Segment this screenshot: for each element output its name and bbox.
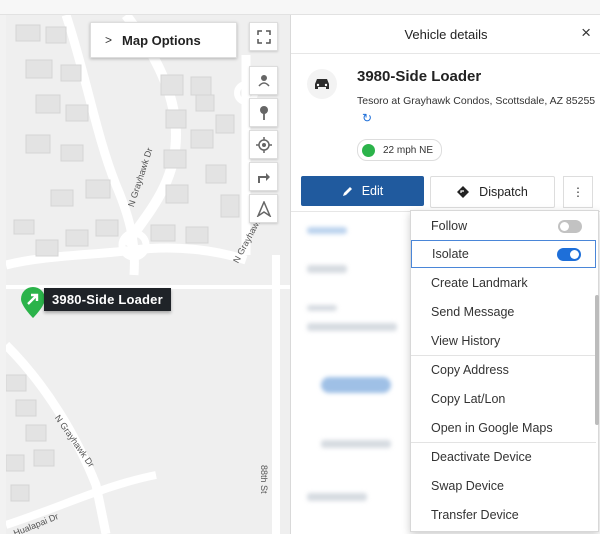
menu-item-copy-latlon[interactable]: Copy Lat/Lon <box>411 385 596 413</box>
menu-item-transfer-device[interactable]: Transfer Device <box>411 501 596 529</box>
expand-button[interactable] <box>249 22 278 51</box>
menu-item-follow[interactable]: Follow <box>411 212 596 240</box>
map-background <box>6 15 290 534</box>
navigation-icon <box>256 200 271 217</box>
chevron-right-icon: > <box>105 33 113 47</box>
menu-item-isolate[interactable]: Isolate <box>411 240 596 268</box>
blurred-text <box>307 323 397 331</box>
vehicle-map-label[interactable]: 3980-Side Loader <box>44 288 171 311</box>
toggle-knob <box>560 221 569 231</box>
locate-button[interactable] <box>249 130 278 159</box>
vehicle-marker-icon <box>21 287 45 318</box>
expand-icon <box>256 29 271 44</box>
blurred-text <box>321 440 391 448</box>
map-options-button[interactable]: > Map Options <box>90 22 237 58</box>
person-pin-button[interactable] <box>249 66 278 95</box>
menu-item-swap-device[interactable]: Swap Device <box>411 472 596 500</box>
vehicle-name: 3980-Side Loader <box>357 68 482 85</box>
panel-title: Vehicle details <box>404 27 488 42</box>
vehicle-address: Tesoro at Grayhawk Condos, Scottsdale, A… <box>357 95 596 107</box>
menu-item-label: Send Message <box>431 305 515 319</box>
close-icon[interactable]: × <box>581 23 591 43</box>
menu-item-view-history[interactable]: View History <box>411 327 596 355</box>
map-options-label: Map Options <box>122 32 201 48</box>
menu-scrollbar[interactable] <box>595 295 599 425</box>
directions-icon <box>257 172 270 183</box>
more-options-menu: Follow Isolate Create Landmark Send Mess… <box>410 210 599 532</box>
menu-item-label: Isolate <box>432 247 469 261</box>
speed-badge: 22 mph NE <box>357 139 443 161</box>
menu-item-label: Transfer Device <box>431 508 519 522</box>
dispatch-label: Dispatch <box>479 185 528 199</box>
menu-item-label: Open in Google Maps <box>431 421 553 435</box>
menu-item-copy-address[interactable]: Copy Address <box>411 356 596 384</box>
edit-button[interactable]: Edit <box>301 176 424 206</box>
menu-item-deactivate-device[interactable]: Deactivate Device <box>411 443 596 471</box>
menu-item-send-message[interactable]: Send Message <box>411 298 596 326</box>
vehicle-marker[interactable] <box>20 287 46 324</box>
dispatch-icon <box>457 186 470 198</box>
map-view[interactable]: N Grayhawk Dr N Grayhawk Dr N Grayhawk D… <box>6 15 290 534</box>
panel-header: Vehicle details × <box>291 15 600 54</box>
edit-label: Edit <box>361 184 384 198</box>
car-icon <box>307 69 337 99</box>
toggle-knob <box>570 249 579 259</box>
blurred-text <box>307 305 337 311</box>
menu-item-open-google-maps[interactable]: Open in Google Maps <box>411 414 596 442</box>
blurred-tab <box>307 227 347 234</box>
directions-button[interactable] <box>249 162 278 191</box>
refresh-icon[interactable]: ↻ <box>362 111 372 125</box>
menu-item-label: Copy Lat/Lon <box>431 392 506 406</box>
pin-icon <box>259 105 268 120</box>
locate-icon <box>255 136 272 153</box>
navigation-button[interactable] <box>249 194 278 223</box>
blurred-text <box>307 265 347 273</box>
follow-toggle[interactable] <box>558 219 582 233</box>
pin-button[interactable] <box>249 98 278 127</box>
status-dot-icon <box>362 143 375 157</box>
pencil-icon <box>342 187 352 196</box>
menu-item-label: Create Landmark <box>431 276 528 290</box>
blurred-text <box>307 493 367 501</box>
top-bar <box>0 0 600 15</box>
more-options-button[interactable]: ⋮ <box>563 176 593 208</box>
person-pin-icon <box>257 74 270 87</box>
speed-text: 22 mph NE <box>383 144 434 156</box>
menu-item-label: Copy Address <box>431 363 509 377</box>
menu-item-label: Swap Device <box>431 479 504 493</box>
menu-item-label: Deactivate Device <box>431 450 532 464</box>
blurred-chip <box>321 377 391 393</box>
street-label: 88th St <box>259 465 269 494</box>
menu-item-label: View History <box>431 334 501 348</box>
menu-item-label: Follow <box>431 219 468 233</box>
menu-item-create-landmark[interactable]: Create Landmark <box>411 269 596 297</box>
isolate-toggle[interactable] <box>557 247 581 261</box>
dispatch-button[interactable]: Dispatch <box>430 176 555 208</box>
